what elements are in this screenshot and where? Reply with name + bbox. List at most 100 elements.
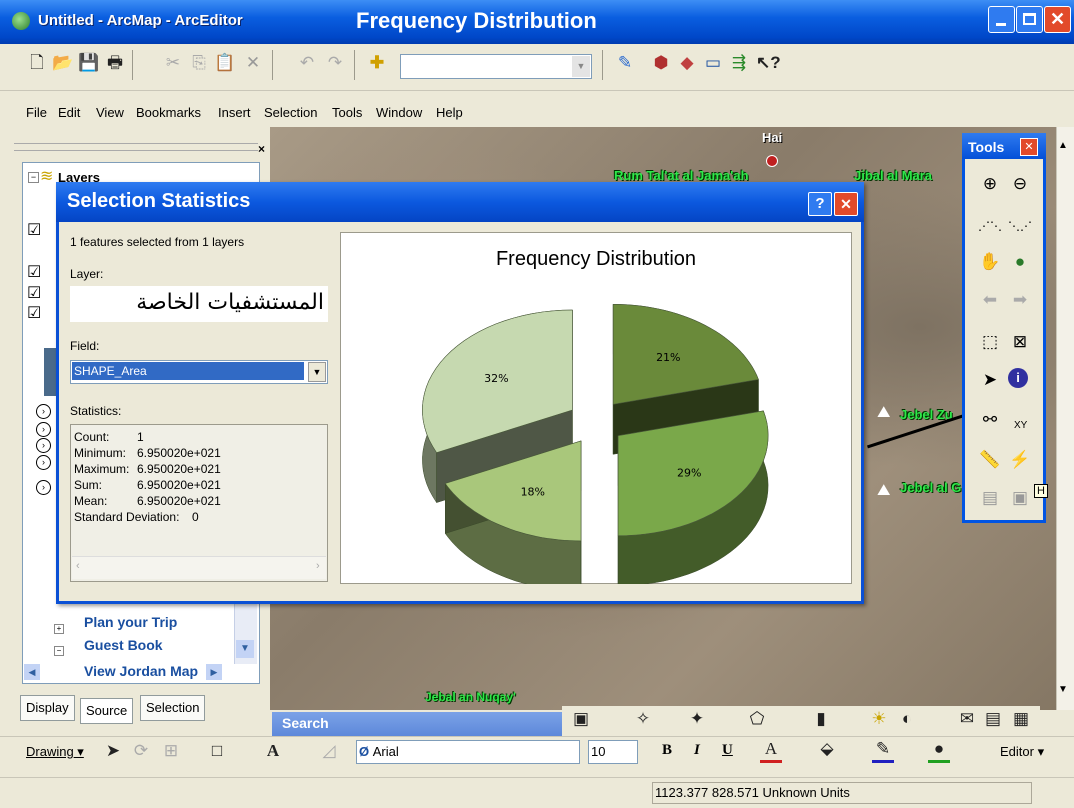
layer-checkbox[interactable]: ☑ bbox=[27, 306, 41, 322]
field-selected-value[interactable]: SHAPE_Area bbox=[72, 362, 304, 380]
editor-menu-button[interactable]: Editor ▾ bbox=[1000, 744, 1044, 760]
select-arrow-icon[interactable]: ➤ bbox=[102, 740, 124, 762]
find-binoculars-icon[interactable]: ⚯ bbox=[978, 408, 1002, 432]
arctoolbox-icon[interactable]: ⬢ bbox=[650, 52, 672, 74]
italic-button[interactable]: I bbox=[694, 742, 700, 759]
add-point-icon[interactable]: ✧ bbox=[632, 708, 654, 730]
mail-icon[interactable]: ✉ bbox=[956, 708, 978, 730]
delete-icon[interactable]: ✕ bbox=[242, 52, 264, 74]
scroll-right-icon[interactable]: › bbox=[316, 560, 320, 572]
select-features-icon[interactable]: ⬚ bbox=[978, 330, 1002, 354]
add-data-icon[interactable]: ✚ bbox=[366, 52, 388, 74]
bold-button[interactable]: B bbox=[662, 742, 672, 759]
map-vertical-scrollbar[interactable] bbox=[1056, 127, 1074, 710]
collapse-icon[interactable]: − bbox=[54, 646, 64, 656]
measure-icon[interactable]: 📏 bbox=[978, 448, 1002, 472]
measure-bar-icon[interactable]: ▮ bbox=[810, 708, 832, 730]
editor-toolbar-icon[interactable]: ✎ bbox=[614, 52, 636, 74]
menu-selection[interactable]: Selection bbox=[264, 105, 317, 120]
menu-edit[interactable]: Edit bbox=[58, 105, 80, 120]
graph-icon[interactable]: ▦ bbox=[1010, 708, 1032, 730]
stats-horizontal-scrollbar[interactable] bbox=[72, 556, 326, 579]
tab-display[interactable]: Display bbox=[20, 695, 75, 721]
html-popup-icon[interactable]: ▤ bbox=[978, 486, 1002, 510]
fixed-zoom-out-icon[interactable]: ⋱⋰ bbox=[1008, 214, 1032, 238]
underline-button[interactable]: U bbox=[722, 742, 733, 759]
zoom-out-icon[interactable]: ⊖ bbox=[1008, 172, 1032, 196]
layer-checkbox[interactable]: ☑ bbox=[27, 223, 41, 239]
select-elements-arrow-icon[interactable]: ➤ bbox=[978, 368, 1002, 392]
help-button[interactable]: ? bbox=[808, 192, 832, 216]
link-view-jordan-map[interactable]: View Jordan Map bbox=[84, 663, 198, 679]
open-folder-icon[interactable]: 📂 bbox=[52, 52, 74, 74]
tab-source[interactable]: Source bbox=[80, 698, 134, 724]
model-builder-icon[interactable]: ⇶ bbox=[728, 52, 750, 74]
forward-arrow-icon[interactable]: ➡ bbox=[1008, 288, 1032, 312]
save-icon[interactable]: 💾 bbox=[78, 52, 100, 74]
layer-checkbox[interactable]: ☑ bbox=[27, 265, 41, 281]
report-icon[interactable]: ▤ bbox=[982, 708, 1004, 730]
menu-window[interactable]: Window bbox=[376, 105, 422, 120]
chevron-down-icon[interactable]: ▼ bbox=[308, 362, 326, 382]
arccatalog-icon[interactable]: ◆ bbox=[676, 52, 698, 74]
font-name-select[interactable]: Ø Arial bbox=[356, 740, 580, 764]
undo-icon[interactable]: ↶ bbox=[296, 52, 318, 74]
print-icon[interactable]: 🖶 bbox=[104, 52, 126, 74]
sun-icon[interactable]: ☀ bbox=[868, 708, 890, 730]
expand-arrow-icon[interactable]: › bbox=[36, 404, 51, 419]
fill-color-icon[interactable]: ⬙ bbox=[816, 738, 838, 760]
expand-arrow-icon[interactable]: › bbox=[36, 422, 51, 437]
go-to-xy-label[interactable]: XY bbox=[1014, 420, 1027, 431]
menu-file[interactable]: File bbox=[26, 105, 47, 120]
pan-hand-icon[interactable]: ✋ bbox=[978, 250, 1002, 274]
scroll-left-icon[interactable]: ◀ bbox=[24, 664, 40, 680]
layer-checkbox[interactable]: ☑ bbox=[27, 286, 41, 302]
expand-arrow-icon[interactable]: › bbox=[36, 455, 51, 470]
menu-bookmarks[interactable]: Bookmarks bbox=[136, 105, 201, 120]
spline-text-icon[interactable]: ◿ bbox=[318, 740, 340, 762]
copy-icon[interactable]: ⎘ bbox=[188, 52, 210, 74]
menu-view[interactable]: View bbox=[96, 105, 124, 120]
planet-icon[interactable]: ◐ bbox=[896, 708, 918, 730]
rotate-icon[interactable]: ⟳ bbox=[130, 740, 152, 762]
marker-color-icon[interactable]: ● bbox=[928, 738, 950, 763]
paste-icon[interactable]: 📋 bbox=[214, 52, 236, 74]
scroll-down-icon[interactable]: ▼ bbox=[1058, 684, 1068, 695]
scroll-up-icon[interactable]: ▲ bbox=[1058, 140, 1068, 151]
line-color-icon[interactable]: ✎ bbox=[872, 738, 894, 763]
menu-insert[interactable]: Insert bbox=[218, 105, 251, 120]
identify-icon[interactable]: i bbox=[1008, 368, 1028, 388]
collapse-icon[interactable]: − bbox=[28, 172, 39, 183]
text-tool-icon[interactable]: A bbox=[262, 740, 284, 762]
rectangle-icon[interactable]: □ bbox=[206, 740, 228, 762]
font-color-icon[interactable]: A bbox=[760, 738, 782, 763]
new-document-icon[interactable]: 🗋 bbox=[26, 52, 48, 74]
scroll-down-icon[interactable]: ▼ bbox=[236, 640, 254, 658]
link-guest-book[interactable]: Guest Book bbox=[84, 637, 163, 653]
toc-close-icon[interactable]: × bbox=[258, 142, 265, 156]
zoom-page-icon[interactable]: ⊞ bbox=[160, 740, 182, 762]
edit-vertices-icon[interactable]: ⬠ bbox=[746, 708, 768, 730]
full-extent-globe-icon[interactable]: ● bbox=[1008, 250, 1032, 274]
tab-selection[interactable]: Selection bbox=[140, 695, 206, 721]
back-arrow-icon[interactable]: ⬅ bbox=[978, 288, 1002, 312]
minimize-button[interactable] bbox=[988, 6, 1015, 33]
maximize-button[interactable] bbox=[1016, 6, 1043, 33]
hyperlink-lightning-icon[interactable]: ⚡ bbox=[1008, 448, 1032, 472]
zoom-in-icon[interactable]: ⊕ bbox=[978, 172, 1002, 196]
tools-close-icon[interactable]: ✕ bbox=[1020, 138, 1038, 156]
link-plan-trip[interactable]: Plan your Trip bbox=[84, 614, 177, 630]
cut-icon[interactable]: ✂ bbox=[162, 52, 184, 74]
expand-arrow-icon[interactable]: › bbox=[36, 438, 51, 453]
font-size-select[interactable]: 10 bbox=[588, 740, 638, 764]
drawing-menu-button[interactable]: Drawing ▾ bbox=[26, 744, 84, 760]
map-scale-combo[interactable] bbox=[400, 54, 592, 79]
scroll-left-icon[interactable]: ‹ bbox=[76, 560, 80, 572]
menu-help[interactable]: Help bbox=[436, 105, 463, 120]
scroll-right-icon[interactable]: ▶ bbox=[206, 664, 222, 680]
close-button[interactable]: ✕ bbox=[1044, 6, 1071, 33]
draw-shape-icon[interactable]: ✦ bbox=[686, 708, 708, 730]
fixed-zoom-in-icon[interactable]: ⋰⋱ bbox=[978, 214, 1002, 238]
whats-this-icon[interactable]: ↖? bbox=[756, 52, 781, 74]
time-slider-icon[interactable]: ▣ bbox=[1008, 486, 1032, 510]
